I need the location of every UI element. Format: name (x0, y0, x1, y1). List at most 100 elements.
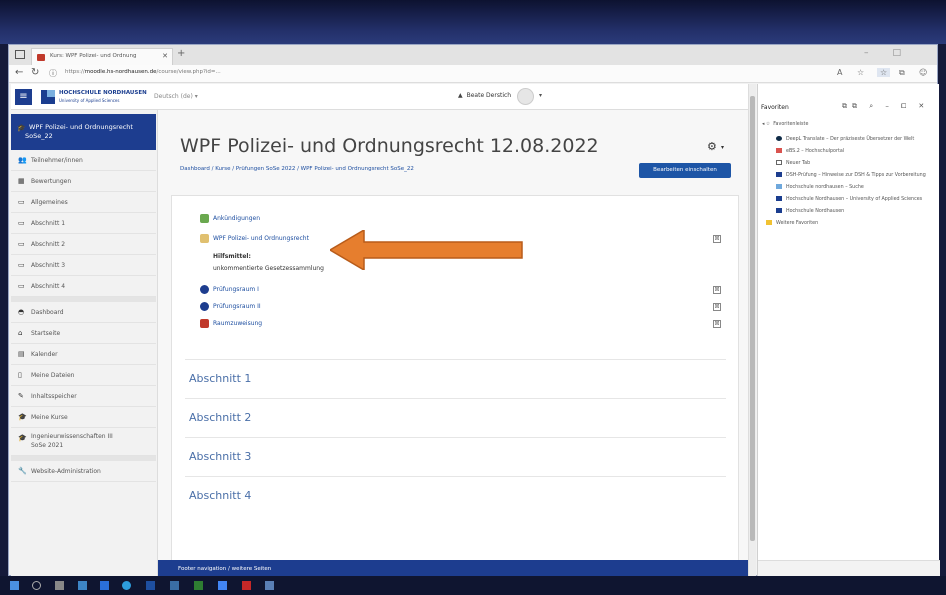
browser-tab[interactable]: Kurs: WPF Polizei- und Ordnung ✕ (31, 48, 173, 65)
window-controls[interactable]: –□ (864, 48, 925, 58)
folder-icon: ▭ (18, 261, 25, 269)
drawer-item-section-4[interactable]: ▭ Abschnitt 4 (11, 276, 156, 297)
read-aloud-icon[interactable]: A (837, 68, 842, 77)
user-icon: ▲ (458, 92, 463, 99)
drawer-item-home[interactable]: ⌂ Startseite (11, 323, 156, 344)
user-menu[interactable]: ▲ Beate Derstich (458, 92, 511, 99)
dsh-icon (776, 172, 782, 177)
favorites-bar-folder[interactable]: ◂ ☆ Favoritenleiste (762, 122, 808, 127)
favorite-item[interactable]: DSH-Prüfung – Hinweise zur DSH & Tipps z… (776, 172, 926, 178)
scrollbar-thumb[interactable] (750, 96, 755, 541)
drawer-item-dashboard[interactable]: ◓ Dashboard (11, 302, 156, 323)
folder-icon: ▭ (18, 282, 25, 290)
graduation-cap-icon: 🎓 (18, 413, 27, 421)
app-icon[interactable] (170, 581, 179, 590)
edit-mode-button[interactable]: Bearbeiten einschalten (639, 163, 731, 178)
favorite-item[interactable]: Hochschule nordhausen – Suche (776, 184, 864, 190)
drawer-item-site-admin[interactable]: 🔧 Website-Administration (11, 461, 156, 482)
collections-icon[interactable]: ⧉ (899, 68, 905, 78)
completion-checkbox[interactable]: ⊠ (713, 303, 721, 311)
chevron-down-icon[interactable]: ▾ (539, 92, 542, 99)
drawer-item-section-3[interactable]: ▭ Abschnitt 3 (11, 255, 156, 276)
app-icon[interactable] (194, 581, 203, 590)
section-2[interactable]: Abschnitt 2 (185, 399, 726, 438)
folder-icon: ▭ (18, 198, 25, 206)
app-icon[interactable] (265, 581, 274, 590)
info-icon[interactable]: ⓘ (49, 68, 57, 79)
calendar-icon: ▤ (18, 350, 25, 358)
activity-forum[interactable]: Ankündigungen (200, 214, 260, 223)
drawer-item-content-bank[interactable]: ✎ Inhaltsspeicher (11, 386, 156, 407)
favorites-title: Favoriten (761, 104, 789, 111)
drawer-item-my-courses[interactable]: 🎓 Meine Kurse (11, 407, 156, 428)
activity-room-2[interactable]: Prüfungsraum II (200, 302, 261, 311)
edge-icon[interactable] (122, 581, 131, 590)
breadcrumb[interactable]: Dashboard / Kurse / Prüfungen SoSe 2022 … (180, 166, 414, 172)
forum-icon (200, 214, 209, 223)
drawer-item-course-ing[interactable]: 🎓 Ingenieurwissenschaften III SoSe 2021 (11, 428, 156, 456)
avatar[interactable] (517, 88, 534, 105)
gear-icon[interactable]: ⚙ (707, 140, 717, 153)
favorite-item[interactable]: Hochschule Nordhausen (776, 208, 844, 214)
drawer-item-section-2[interactable]: ▭ Abschnitt 2 (11, 234, 156, 255)
other-favorites-folder[interactable]: Weitere Favoriten (766, 220, 818, 226)
page-scrollbar[interactable] (748, 84, 756, 577)
search-icon[interactable] (32, 581, 41, 590)
completion-checkbox[interactable]: ⊠ (713, 320, 721, 328)
deepl-icon (776, 136, 782, 141)
activity-room-1[interactable]: Prüfungsraum I (200, 285, 259, 294)
drawer-item-section-1[interactable]: ▭ Abschnitt 1 (11, 213, 156, 234)
section-3[interactable]: Abschnitt 3 (185, 438, 726, 477)
app-icon[interactable] (146, 581, 155, 590)
drawer-item-calendar[interactable]: ▤ Kalender (11, 344, 156, 365)
start-icon[interactable] (10, 581, 19, 590)
app-icon[interactable] (100, 581, 109, 590)
app-icon[interactable] (78, 581, 87, 590)
folder-icon: ▭ (18, 219, 25, 227)
drawer-item-participants[interactable]: 👥 Teilnehmer/innen (11, 150, 156, 171)
language-menu[interactable]: Deutsch (de) ▾ (154, 93, 198, 100)
nav-drawer: 🎓 WPF Polizei- und Ordnungsrecht SoSe_22… (11, 110, 158, 577)
window-menu-icon[interactable] (15, 50, 25, 59)
moodle-navbar: ≡ HOCHSCHULE NORDHAUSEN University of Ap… (11, 84, 748, 110)
favorites-toolbar-icons[interactable]: ⧉⧉ ⌕ – ⧠ ✕ (842, 102, 929, 111)
file-icon: ▯ (18, 371, 22, 379)
address-input[interactable]: https://moodle.hs-nordhausen.de/course/v… (65, 69, 221, 75)
drawer-course-label: WPF Polizei- und Ordnungsrecht SoSe_22 (25, 123, 133, 140)
chevron-down-icon[interactable]: ▾ (721, 144, 724, 151)
completion-checkbox[interactable]: ⊠ (713, 286, 721, 294)
activity-room-assignment[interactable]: Raumzuweisung (200, 319, 262, 328)
favorite-item[interactable]: Neuer Tab (776, 160, 810, 166)
completion-checkbox[interactable]: ⊠ (713, 235, 721, 243)
section-4[interactable]: Abschnitt 4 (185, 477, 726, 516)
app-icon[interactable] (242, 581, 251, 590)
tab-title: Kurs: WPF Polizei- und Ordnung (50, 53, 137, 59)
section-1[interactable]: Abschnitt 1 (185, 360, 726, 399)
favorites-icon[interactable]: ☆ (877, 68, 891, 77)
favorites-status-bar (758, 560, 940, 576)
new-tab-button[interactable]: + (177, 48, 185, 59)
app-icon[interactable] (218, 581, 227, 590)
drawer-item-files[interactable]: ▯ Meine Dateien (11, 365, 156, 386)
favorite-item[interactable]: eBS.2 – Hochschulportal (776, 148, 844, 154)
reload-icon[interactable]: ↻ (31, 67, 39, 78)
moodle-page: ≡ HOCHSCHULE NORDHAUSEN University of Ap… (11, 84, 748, 577)
drawer-toggle-button[interactable]: ≡ (15, 89, 32, 105)
back-icon[interactable]: ← (15, 67, 23, 78)
section-general: Ankündigungen WPF Polizei- und Ordnungsr… (185, 196, 726, 360)
pencil-icon: ✎ (18, 392, 24, 400)
taskview-icon[interactable] (55, 581, 64, 590)
user-name: Beate Derstich (466, 92, 512, 99)
drawer-item-general[interactable]: ▭ Allgemeines (11, 192, 156, 213)
close-tab-icon[interactable]: ✕ (162, 52, 168, 60)
add-favorite-icon[interactable]: ☆ (857, 68, 864, 77)
drawer-course-link[interactable]: 🎓 WPF Polizei- und Ordnungsrecht SoSe_22 (11, 114, 156, 150)
favorite-item[interactable]: Hochschule Nordhausen – University of Ap… (776, 196, 922, 202)
activity-quiz[interactable]: WPF Polizei- und Ordnungsrecht (200, 234, 309, 243)
graduation-cap-icon: 🎓 (17, 124, 26, 132)
hilfsmittel-label: Hilfsmittel: (213, 253, 251, 260)
drawer-item-grades[interactable]: ▦ Bewertungen (11, 171, 156, 192)
profile-icon[interactable]: ☺ (919, 68, 927, 77)
favorite-item[interactable]: DeepL Translate – Der präziseste Überset… (776, 136, 914, 142)
hsn-icon (776, 196, 782, 201)
